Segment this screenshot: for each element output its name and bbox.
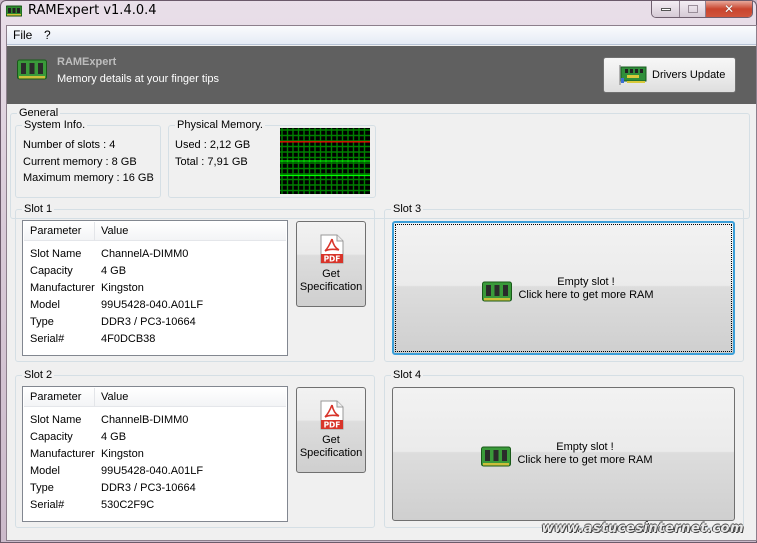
slot-4-legend: Slot 4	[393, 369, 422, 381]
menu-help[interactable]: ?	[42, 28, 53, 42]
ram-module-icon	[481, 446, 511, 467]
specification-label: Get Specification	[299, 434, 363, 459]
slot-4-get-more-ram-button[interactable]: Empty slot ! Click here to get more RAM	[392, 387, 735, 521]
param-name: Type	[30, 316, 54, 328]
table-header: Parameter Value	[24, 222, 286, 241]
column-separator[interactable]	[94, 222, 95, 241]
param-value: ChannelB-DIMM0	[101, 414, 189, 426]
system-info-legend: System Info.	[24, 119, 86, 131]
param-value: 4 GB	[101, 265, 127, 277]
pdf-icon: PDF	[320, 400, 344, 430]
param-value: 4F0DCB38	[101, 333, 156, 345]
memory-usage-graph	[280, 128, 370, 194]
slot-1-legend: Slot 1	[24, 203, 53, 215]
table-row[interactable]: Capacity 4 GB	[23, 263, 287, 280]
table-row[interactable]: Manufacturer Kingston	[23, 280, 287, 297]
param-name: Slot Name	[30, 248, 82, 260]
param-name: Model	[30, 299, 60, 311]
maximize-icon	[687, 5, 698, 13]
current-memory: Current memory : 8 GB	[23, 156, 137, 168]
general-legend: General	[19, 107, 59, 119]
param-value: DDR3 / PC3-10664	[101, 316, 196, 328]
column-header-parameter[interactable]: Parameter	[30, 391, 81, 403]
param-name: Manufacturer	[30, 282, 95, 294]
table-row[interactable]: Serial# 4F0DCB38	[23, 331, 287, 348]
specification-label: Get Specification	[299, 268, 363, 293]
banner-subtitle: Memory details at your finger tips	[57, 73, 220, 85]
column-separator[interactable]	[94, 388, 95, 407]
close-icon: ✕	[723, 2, 735, 16]
param-value: Kingston	[101, 282, 144, 294]
param-name: Manufacturer	[30, 448, 95, 460]
slot-2-get-specification-button[interactable]: PDF Get Specification	[296, 387, 366, 473]
window-title: RAMExpert v1.4.0.4	[28, 3, 157, 18]
slots-count: Number of slots : 4	[23, 139, 116, 151]
watermark: www.astucesinternet.com	[541, 521, 744, 536]
table-row[interactable]: Capacity 4 GB	[23, 429, 287, 446]
empty-slot-message: Empty slot ! Click here to get more RAM	[517, 441, 653, 466]
pdf-icon: PDF	[320, 234, 344, 264]
param-name: Serial#	[30, 499, 65, 511]
physical-memory-legend: Physical Memory.	[177, 119, 263, 131]
maximize-button[interactable]	[680, 1, 706, 17]
network-card-icon	[619, 65, 647, 85]
empty-slot-message: Empty slot ! Click here to get more RAM	[518, 276, 654, 301]
drivers-update-label: Drivers Update	[652, 69, 726, 81]
param-name: Capacity	[30, 265, 73, 277]
menu-bar: File ?	[7, 26, 756, 45]
maximum-memory: Maximum memory : 16 GB	[23, 172, 154, 184]
app-window: RAMExpert v1.4.0.4 ✕ File ? RAMExpert Me…	[0, 0, 757, 543]
memory-used: Used : 2,12 GB	[175, 139, 251, 151]
minimize-button[interactable]	[652, 1, 680, 17]
window-controls: ✕	[651, 1, 753, 18]
slot-1-get-specification-button[interactable]: PDF Get Specification	[296, 221, 366, 307]
slot-1-table[interactable]: Parameter Value Slot Name ChannelA-DIMM0 …	[22, 220, 288, 356]
table-header: Parameter Value	[24, 388, 286, 407]
column-header-value[interactable]: Value	[101, 391, 128, 403]
slot-2-legend: Slot 2	[24, 369, 53, 381]
param-value: ChannelA-DIMM0	[101, 248, 189, 260]
column-header-value[interactable]: Value	[101, 225, 128, 237]
title-bar[interactable]: RAMExpert v1.4.0.4 ✕	[1, 1, 756, 23]
param-value: 4 GB	[101, 431, 127, 443]
svg-text:PDF: PDF	[324, 255, 341, 264]
slot-3-legend: Slot 3	[393, 203, 422, 215]
param-value: 530C2F9C	[101, 499, 155, 511]
table-row[interactable]: Manufacturer Kingston	[23, 446, 287, 463]
table-row[interactable]: Slot Name ChannelB-DIMM0	[23, 412, 287, 429]
param-value: 99U5428-040.A01LF	[101, 465, 204, 477]
client-area: File ? RAMExpert Memory details at your …	[6, 25, 757, 541]
table-row[interactable]: Slot Name ChannelA-DIMM0	[23, 246, 287, 263]
close-button[interactable]: ✕	[706, 1, 752, 17]
ram-app-icon	[6, 5, 22, 17]
param-name: Type	[30, 482, 54, 494]
menu-file[interactable]: File	[11, 28, 34, 42]
param-name: Model	[30, 465, 60, 477]
ram-logo-icon	[17, 59, 47, 80]
param-value: 99U5428-040.A01LF	[101, 299, 204, 311]
slot-2-table[interactable]: Parameter Value Slot Name ChannelB-DIMM0 …	[22, 386, 288, 522]
header-banner: RAMExpert Memory details at your finger …	[7, 46, 756, 104]
param-name: Capacity	[30, 431, 73, 443]
minimize-icon	[660, 7, 671, 11]
table-row[interactable]: Serial# 530C2F9C	[23, 497, 287, 514]
param-name: Slot Name	[30, 414, 82, 426]
svg-text:PDF: PDF	[324, 421, 341, 430]
param-value: Kingston	[101, 448, 144, 460]
table-row[interactable]: Model 99U5428-040.A01LF	[23, 463, 287, 480]
table-row[interactable]: Type DDR3 / PC3-10664	[23, 314, 287, 331]
memory-total: Total : 7,91 GB	[175, 156, 248, 168]
param-name: Serial#	[30, 333, 65, 345]
param-value: DDR3 / PC3-10664	[101, 482, 196, 494]
banner-title: RAMExpert	[57, 56, 117, 68]
drivers-update-button[interactable]: Drivers Update	[603, 57, 736, 93]
slot-3-get-more-ram-button[interactable]: Empty slot ! Click here to get more RAM	[392, 221, 735, 355]
table-row[interactable]: Model 99U5428-040.A01LF	[23, 297, 287, 314]
column-header-parameter[interactable]: Parameter	[30, 225, 81, 237]
ram-module-icon	[482, 281, 512, 302]
table-row[interactable]: Type DDR3 / PC3-10664	[23, 480, 287, 497]
